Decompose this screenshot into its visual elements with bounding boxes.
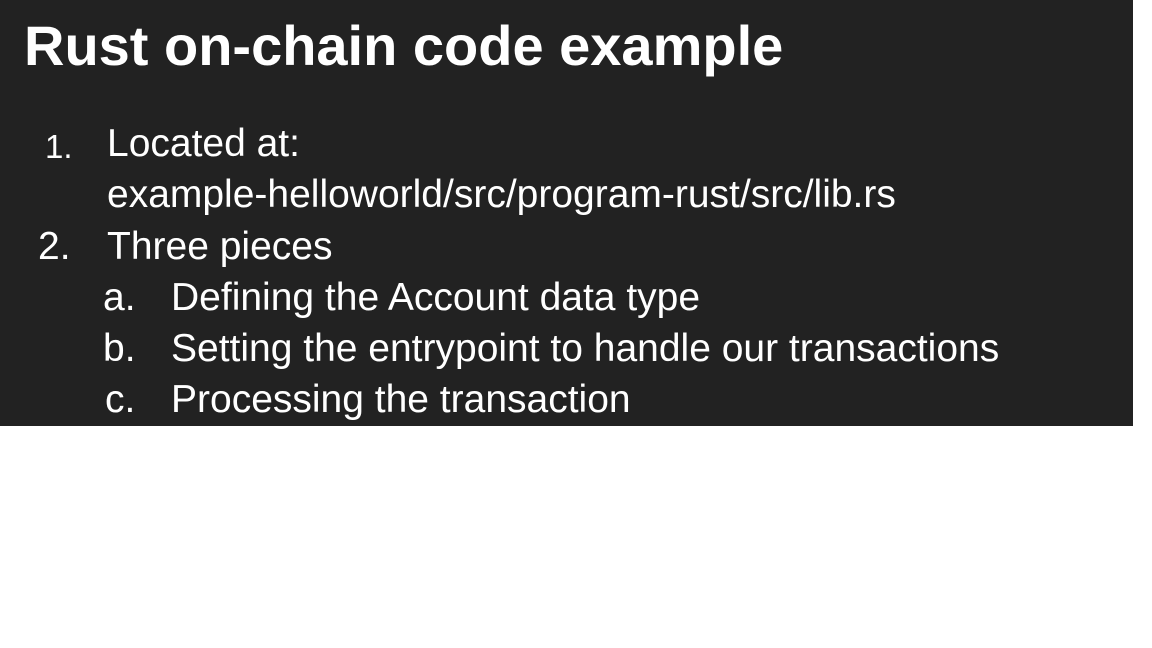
slide-title: Rust on-chain code example	[24, 14, 784, 77]
sublist-marker: b.	[103, 327, 136, 370]
sublist-item-text: Defining the Account data type	[171, 276, 701, 319]
slide: Rust on-chain code example 1. Located at…	[0, 0, 1133, 426]
sublist-item-text: Processing the transaction	[171, 378, 631, 421]
sublist-marker: a.	[103, 276, 136, 319]
list-marker: 2.	[38, 225, 71, 268]
list-marker: 1.	[45, 128, 73, 165]
sublist-item-text: Setting the entrypoint to handle our tra…	[171, 327, 1000, 370]
sublist-marker: c.	[105, 378, 136, 421]
list-item-text: Three pieces	[107, 225, 333, 268]
list-item-text: Located at:	[107, 122, 300, 165]
file-path-text: example-helloworld/src/program-rust/src/…	[107, 173, 896, 216]
